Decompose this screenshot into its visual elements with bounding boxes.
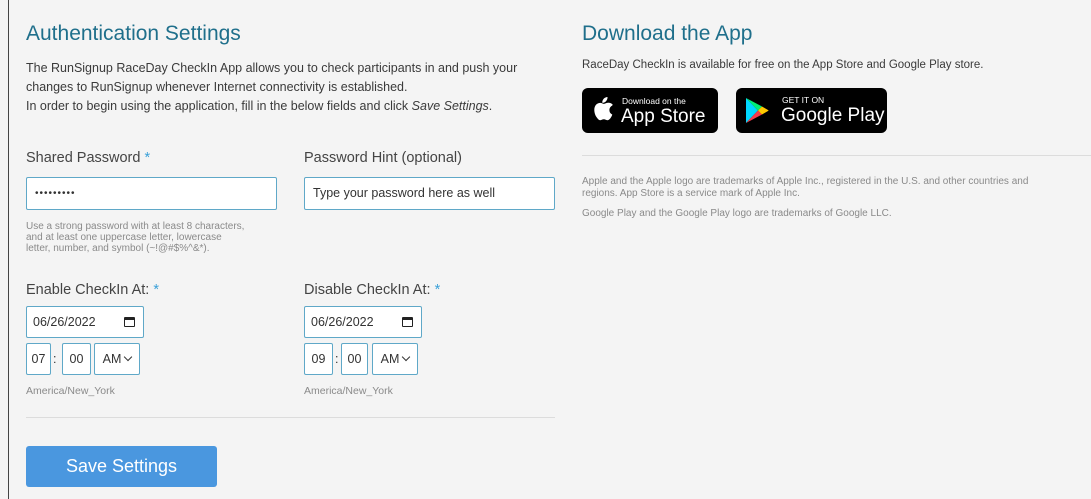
apple-legal-line-1: Apple and the Apple logo are trademarks … — [582, 176, 1029, 187]
enable-checkin-date-input[interactable]: 06/26/2022 — [26, 306, 144, 338]
required-marker: * — [144, 150, 151, 166]
apple-legal-line-2: regions. App Store is a service mark of … — [582, 188, 800, 199]
disable-checkin-date-input[interactable]: 06/26/2022 — [304, 306, 422, 338]
app-store-badge[interactable]: Download on the App Store — [582, 88, 718, 133]
auth-settings-title: Authentication Settings — [26, 22, 241, 45]
enable-checkin-date-value: 06/26/2022 — [33, 315, 96, 329]
time-separator: : — [335, 352, 339, 366]
google-play-badge[interactable]: GET IT ON Google Play — [736, 88, 887, 133]
password-hint-line-3: letter, number, and symbol (~!@#$%^&*). — [26, 243, 210, 254]
disable-checkin-timezone: America/New_York — [304, 385, 393, 397]
disable-checkin-ampm-select[interactable]: AM — [372, 343, 418, 375]
download-divider — [582, 155, 1091, 156]
enable-checkin-label-text: Enable CheckIn At: — [26, 282, 150, 298]
download-app-title: Download the App — [582, 22, 753, 45]
enable-checkin-label: Enable CheckIn At: * — [26, 282, 159, 298]
download-app-subtitle: RaceDay CheckIn is available for free on… — [582, 59, 984, 71]
intro-line-3-text: In order to begin using the application,… — [26, 99, 412, 113]
app-store-big-text: App Store — [621, 106, 706, 127]
download-app-section: Download the App RaceDay CheckIn is avai… — [582, 0, 1091, 71]
apple-legal-notice: Apple and the Apple logo are trademarks … — [582, 176, 1091, 200]
time-separator: : — [53, 352, 57, 366]
required-marker: * — [153, 282, 160, 298]
chevron-down-icon — [402, 352, 411, 362]
calendar-icon[interactable] — [124, 317, 135, 327]
enable-checkin-timezone: America/New_York — [26, 385, 115, 397]
auth-intro: The RunSignup RaceDay CheckIn App allows… — [26, 59, 556, 116]
password-hint-line-1: Use a strong password with at least 8 ch… — [26, 221, 245, 232]
shared-password-label-text: Shared Password — [26, 150, 141, 166]
required-marker: * — [434, 282, 441, 298]
password-hint-input[interactable]: Type your password here as well — [304, 177, 555, 210]
shared-password-hint: Use a strong password with at least 8 ch… — [26, 221, 286, 254]
disable-checkin-label-text: Disable CheckIn At: — [304, 282, 431, 298]
enable-checkin-ampm-value: AM — [102, 352, 122, 366]
enable-checkin-ampm-select[interactable]: AM — [94, 343, 140, 375]
left-border — [8, 0, 9, 499]
google-play-small-text: GET IT ON — [782, 95, 825, 105]
calendar-icon[interactable] — [402, 317, 413, 327]
intro-line-2: changes to RunSignup whenever Internet c… — [26, 80, 408, 94]
disable-checkin-hour[interactable]: 09 — [304, 343, 333, 375]
apple-icon — [594, 97, 613, 121]
password-hint-label: Password Hint (optional) — [304, 150, 462, 166]
disable-checkin-minute[interactable]: 00 — [341, 343, 368, 375]
disable-checkin-label: Disable CheckIn At: * — [304, 282, 440, 298]
intro-line-3: In order to begin using the application,… — [26, 97, 556, 116]
chevron-down-icon — [124, 352, 133, 362]
intro-save-settings-emphasis: Save Settings — [411, 99, 489, 113]
google-play-big-text: Google Play — [781, 105, 885, 126]
auth-settings-section: Authentication Settings The RunSignup Ra… — [26, 0, 556, 116]
intro-line-1: The RunSignup RaceDay CheckIn App allows… — [26, 61, 518, 75]
disable-checkin-ampm-value: AM — [380, 352, 400, 366]
disable-checkin-date-value: 06/26/2022 — [311, 315, 374, 329]
shared-password-input[interactable]: ••••••••• — [26, 177, 277, 210]
save-settings-button[interactable]: Save Settings — [26, 446, 217, 487]
google-legal-notice: Google Play and the Google Play logo are… — [582, 208, 892, 219]
enable-checkin-hour[interactable]: 07 — [26, 343, 51, 375]
intro-line-3-period: . — [488, 99, 493, 113]
shared-password-label: Shared Password * — [26, 150, 150, 166]
form-divider — [26, 417, 555, 418]
enable-checkin-minute[interactable]: 00 — [62, 343, 91, 375]
password-hint-line-2: and at least one uppercase letter, lower… — [26, 232, 222, 243]
app-store-small-text: Download on the — [622, 96, 686, 106]
google-play-icon — [746, 98, 769, 123]
